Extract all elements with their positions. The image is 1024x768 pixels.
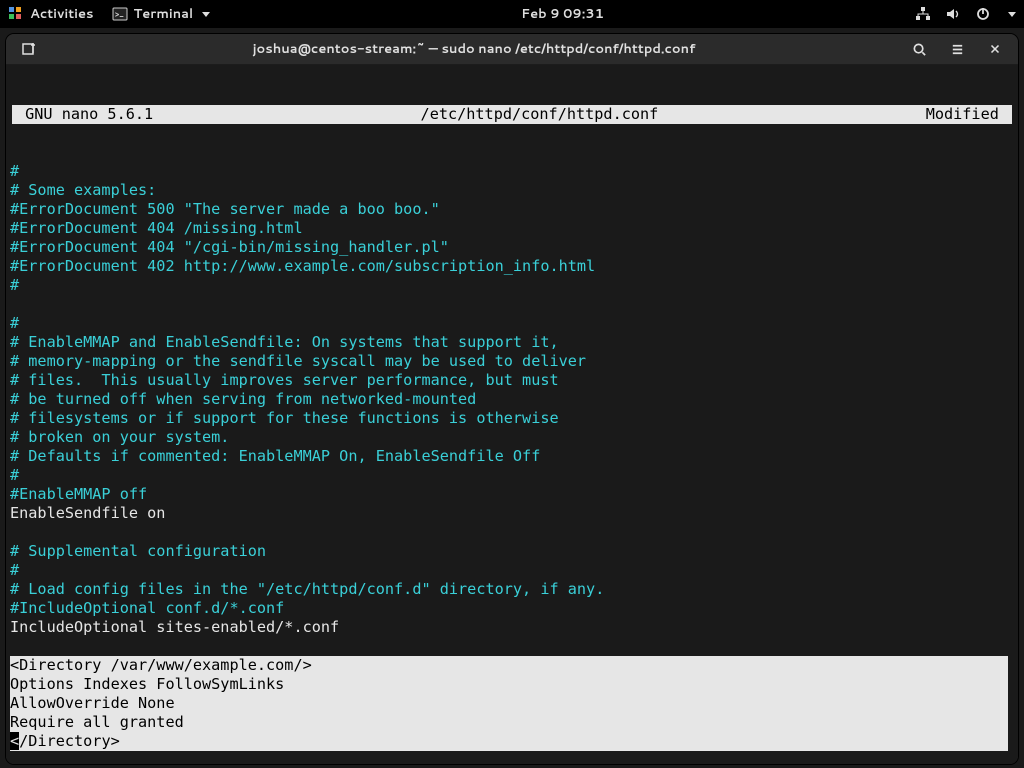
editor-line: # files. This usually improves server pe… bbox=[10, 371, 559, 389]
editor-line: # Defaults if commented: EnableMMAP On, … bbox=[10, 447, 540, 465]
editor-line: #ErrorDocument 402 http://www.example.co… bbox=[10, 257, 595, 275]
editor-line: # bbox=[10, 561, 19, 579]
power-icon[interactable] bbox=[975, 6, 991, 22]
cursor: < bbox=[10, 732, 19, 750]
nano-status: Modified bbox=[926, 105, 1008, 124]
terminal-window: joshua@centos-stream:~ — sudo nano /etc/… bbox=[6, 34, 1018, 764]
nano-app-name: GNU nano 5.6.1 bbox=[16, 105, 153, 124]
editor-selected-line: Require all granted bbox=[10, 713, 1008, 732]
editor-line: # memory-mapping or the sendfile syscall… bbox=[10, 352, 586, 370]
terminal-icon: >_ bbox=[112, 6, 128, 22]
editor-line: #ErrorDocument 404 /missing.html bbox=[10, 219, 303, 237]
terminal-content[interactable]: GNU nano 5.6.1 /etc/httpd/conf/httpd.con… bbox=[6, 65, 1018, 764]
close-button[interactable] bbox=[978, 34, 1012, 64]
editor-line: # bbox=[10, 276, 19, 294]
menu-button[interactable] bbox=[940, 34, 974, 64]
editor-line: EnableSendfile on bbox=[10, 504, 165, 522]
editor-line bbox=[10, 751, 19, 764]
activities-button[interactable]: Activities bbox=[8, 5, 94, 23]
editor-line: # bbox=[10, 314, 19, 332]
editor-line: #ErrorDocument 404 "/cgi-bin/missing_han… bbox=[10, 238, 449, 256]
editor-line: # bbox=[10, 162, 19, 180]
editor-line: # Supplemental configuration bbox=[10, 542, 266, 560]
new-tab-button[interactable] bbox=[12, 34, 46, 64]
editor-line: #ErrorDocument 500 "The server made a bo… bbox=[10, 200, 440, 218]
editor-line: # EnableMMAP and EnableSendfile: On syst… bbox=[10, 333, 559, 351]
editor-line: # Load config files in the "/etc/httpd/c… bbox=[10, 580, 604, 598]
app-menu-label: Terminal bbox=[134, 5, 194, 23]
editor-line: IncludeOptional sites-enabled/*.conf bbox=[10, 618, 339, 636]
editor-line: # Some examples: bbox=[10, 181, 156, 199]
editor-selected-line: Options Indexes FollowSymLinks bbox=[10, 675, 1008, 694]
editor-body[interactable]: # # Some examples: #ErrorDocument 500 "T… bbox=[6, 162, 1018, 764]
network-icon[interactable] bbox=[915, 6, 931, 22]
app-menu[interactable]: >_ Terminal bbox=[112, 5, 211, 23]
titlebar: joshua@centos-stream:~ — sudo nano /etc/… bbox=[6, 34, 1018, 65]
window-title: joshua@centos-stream:~ — sudo nano /etc/… bbox=[46, 40, 902, 58]
nano-header: GNU nano 5.6.1 /etc/httpd/conf/httpd.con… bbox=[12, 105, 1012, 124]
clock[interactable]: Feb 9 09:31 bbox=[210, 5, 915, 23]
editor-line: # bbox=[10, 466, 19, 484]
editor-line: #IncludeOptional conf.d/*.conf bbox=[10, 599, 284, 617]
activities-label: Activities bbox=[30, 5, 94, 23]
volume-icon[interactable] bbox=[945, 6, 961, 22]
editor-selected-line: <Directory /var/www/example.com/> bbox=[10, 656, 1008, 675]
chevron-down-icon bbox=[1008, 12, 1016, 17]
editor-line: #EnableMMAP off bbox=[10, 485, 147, 503]
search-button[interactable] bbox=[902, 34, 936, 64]
editor-line: # be turned off when serving from networ… bbox=[10, 390, 476, 408]
editor-line: # broken on your system. bbox=[10, 428, 229, 446]
activities-icon bbox=[8, 6, 24, 22]
nano-file-name: /etc/httpd/conf/httpd.conf bbox=[153, 105, 926, 124]
gnome-topbar: Activities >_ Terminal Feb 9 09:31 bbox=[0, 0, 1024, 28]
editor-line-rest: /Directory> bbox=[19, 732, 120, 750]
editor-selected-line: </Directory> bbox=[10, 732, 1008, 751]
chevron-down-icon bbox=[202, 12, 210, 17]
editor-line: # filesystems or if support for these fu… bbox=[10, 409, 559, 427]
svg-text:>_: >_ bbox=[115, 8, 124, 20]
editor-selected-line: AllowOverride None bbox=[10, 694, 1008, 713]
